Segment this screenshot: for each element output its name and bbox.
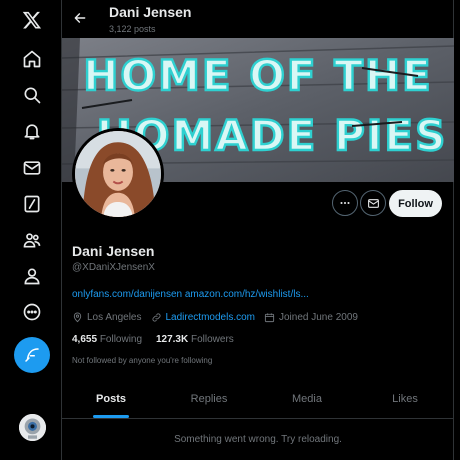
profile-icon[interactable] (14, 258, 50, 294)
profile-handle: @XDaniXJensenX (72, 262, 155, 273)
arrow-left-icon (74, 13, 86, 23)
following-count: 4,655 (72, 334, 98, 345)
followers-label: Followers (191, 334, 234, 345)
link-icon (151, 312, 161, 322)
bell-icon[interactable] (14, 113, 50, 149)
more-icon[interactable] (14, 294, 50, 330)
calendar-icon (264, 312, 275, 322)
followers-count: 127.3K (155, 334, 189, 345)
location-pin-icon (73, 312, 82, 322)
home-icon[interactable] (14, 41, 50, 77)
tab-media[interactable]: Media (258, 380, 356, 418)
feed-error-message: Something went wrong. Try reloading. (174, 434, 342, 445)
feather-icon (25, 348, 39, 362)
x-logo-icon[interactable] (14, 2, 50, 38)
profile-tabs: Posts Replies Media Likes (62, 380, 454, 419)
joined-text: Joined June 2009 (278, 311, 358, 323)
profile-avatar[interactable] (72, 128, 164, 220)
website-link[interactable]: Ladirectmodels.com (166, 312, 255, 323)
mail-icon (367, 198, 379, 208)
header-posts-count: 3,122 posts (109, 24, 156, 34)
mail-icon[interactable] (14, 150, 50, 186)
follow-counts: 4,655 Following 127.3K Followers (72, 334, 234, 345)
more-options-button[interactable] (332, 190, 358, 216)
search-icon[interactable] (14, 77, 50, 113)
message-button[interactable] (360, 190, 386, 216)
website: Ladirectmodels.com (151, 312, 255, 323)
communities-icon[interactable] (14, 222, 50, 258)
account-avatar[interactable] (19, 414, 46, 441)
joined-date: Joined June 2009 (264, 312, 358, 323)
tab-posts[interactable]: Posts (62, 380, 160, 418)
header-name: Dani Jensen (109, 4, 192, 20)
compose-post-button[interactable] (14, 337, 50, 373)
bio-links[interactable]: onlyfans.com/danijensen amazon.com/hz/wi… (72, 289, 309, 300)
banner-sign-line1: HOME OF THE (83, 51, 432, 100)
profile-main: Dani Jensen 3,122 posts HOME OF THE HOMA… (62, 0, 454, 460)
followed-by-note: Not followed by anyone you're following (72, 356, 213, 365)
followers-link[interactable]: 127.3K Followers (156, 334, 234, 345)
back-button[interactable] (70, 8, 90, 28)
following-label: Following (99, 334, 143, 345)
follow-button[interactable]: Follow (389, 190, 442, 217)
profile-meta: Los Angeles Ladirectmodels.com Joined Ju… (72, 311, 367, 323)
location-text: Los Angeles (87, 311, 142, 323)
grok-icon[interactable] (14, 186, 50, 222)
tab-likes[interactable]: Likes (356, 380, 454, 418)
following-link[interactable]: 4,655 Following (72, 334, 142, 345)
tab-replies[interactable]: Replies (160, 380, 258, 418)
profile-header-bar: Dani Jensen 3,122 posts (62, 0, 454, 38)
profile-name: Dani Jensen (72, 243, 155, 259)
ellipsis-icon (340, 201, 350, 205)
location: Los Angeles (72, 312, 142, 323)
sidebar (0, 0, 62, 460)
